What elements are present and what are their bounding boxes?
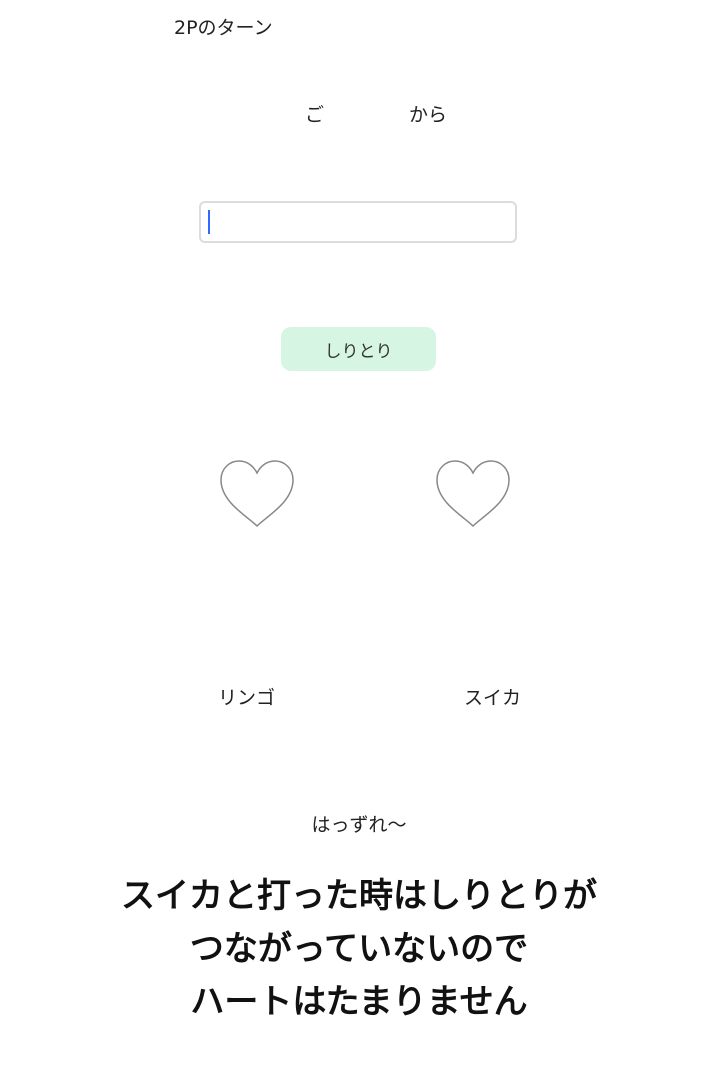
caption-line: スイカと打った時はしりとりが	[121, 876, 597, 916]
result-message: はっずれ〜	[311, 814, 407, 836]
caption-line: ハートはたまりません	[190, 982, 528, 1022]
text-caret	[208, 210, 210, 234]
caption: スイカと打った時はしりとりが つながっていないので ハートはたまりません	[0, 870, 718, 1029]
word-input[interactable]	[199, 201, 517, 243]
word-left: リンゴ	[218, 687, 276, 709]
heart-outline-icon	[436, 460, 510, 528]
heart-outline-icon	[220, 460, 294, 528]
word-right: スイカ	[464, 687, 522, 709]
turn-label: 2Pのターン	[174, 17, 273, 39]
from-label: から	[409, 104, 448, 126]
caption-line: つながっていないので	[189, 929, 529, 969]
shiritori-button[interactable]: しりとり	[281, 327, 436, 371]
start-char: ご	[305, 104, 325, 126]
